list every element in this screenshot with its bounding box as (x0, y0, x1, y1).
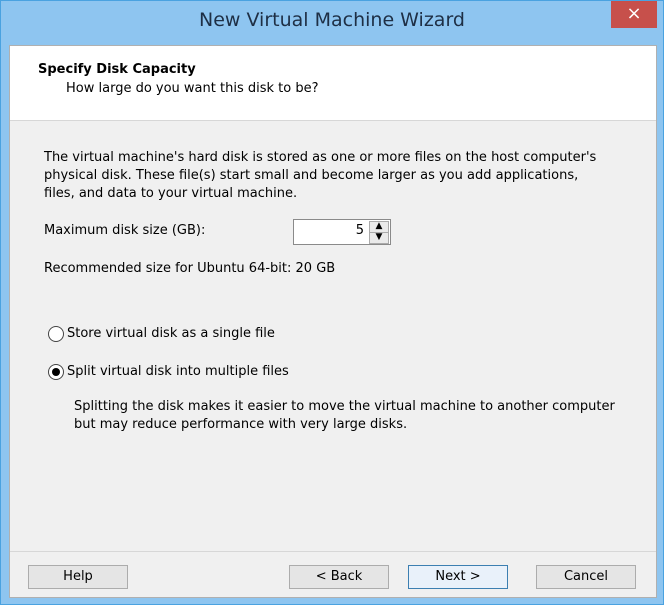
disk-size-stepper[interactable]: 5 ▲ ▼ (293, 219, 391, 245)
help-button[interactable]: Help (28, 565, 128, 589)
disk-description: The virtual machine's hard disk is store… (44, 150, 597, 201)
page-title: Specify Disk Capacity (38, 62, 196, 77)
wizard-content: Specify Disk Capacity How large do you w… (9, 45, 657, 598)
page-subtitle: How large do you want this disk to be? (66, 81, 319, 96)
wizard-window: New Virtual Machine Wizard × Specify Dis… (0, 0, 664, 605)
decrement-button[interactable]: ▼ (369, 232, 389, 244)
close-button[interactable]: × (611, 1, 657, 28)
back-button[interactable]: < Back (289, 565, 389, 589)
disk-size-label: Maximum disk size (GB): (44, 223, 206, 238)
single-file-label[interactable]: Store virtual disk as a single file (67, 326, 275, 341)
window-title: New Virtual Machine Wizard (199, 9, 465, 31)
close-icon: × (626, 3, 642, 24)
next-button[interactable]: Next > (408, 565, 508, 589)
arrow-down-icon: ▼ (375, 232, 383, 242)
arrow-up-icon: ▲ (375, 221, 383, 231)
recommended-size: Recommended size for Ubuntu 64-bit: 20 G… (44, 261, 336, 276)
title-bar[interactable]: New Virtual Machine Wizard × (1, 1, 663, 43)
disk-size-value[interactable]: 5 (356, 223, 364, 238)
split-note: Splitting the disk makes it easier to mo… (74, 399, 615, 432)
wizard-header: Specify Disk Capacity How large do you w… (10, 46, 656, 121)
cancel-button[interactable]: Cancel (536, 565, 636, 589)
footer-divider (10, 551, 656, 552)
split-files-radio[interactable] (48, 364, 64, 380)
single-file-radio[interactable] (48, 326, 64, 342)
split-files-label[interactable]: Split virtual disk into multiple files (67, 364, 289, 379)
